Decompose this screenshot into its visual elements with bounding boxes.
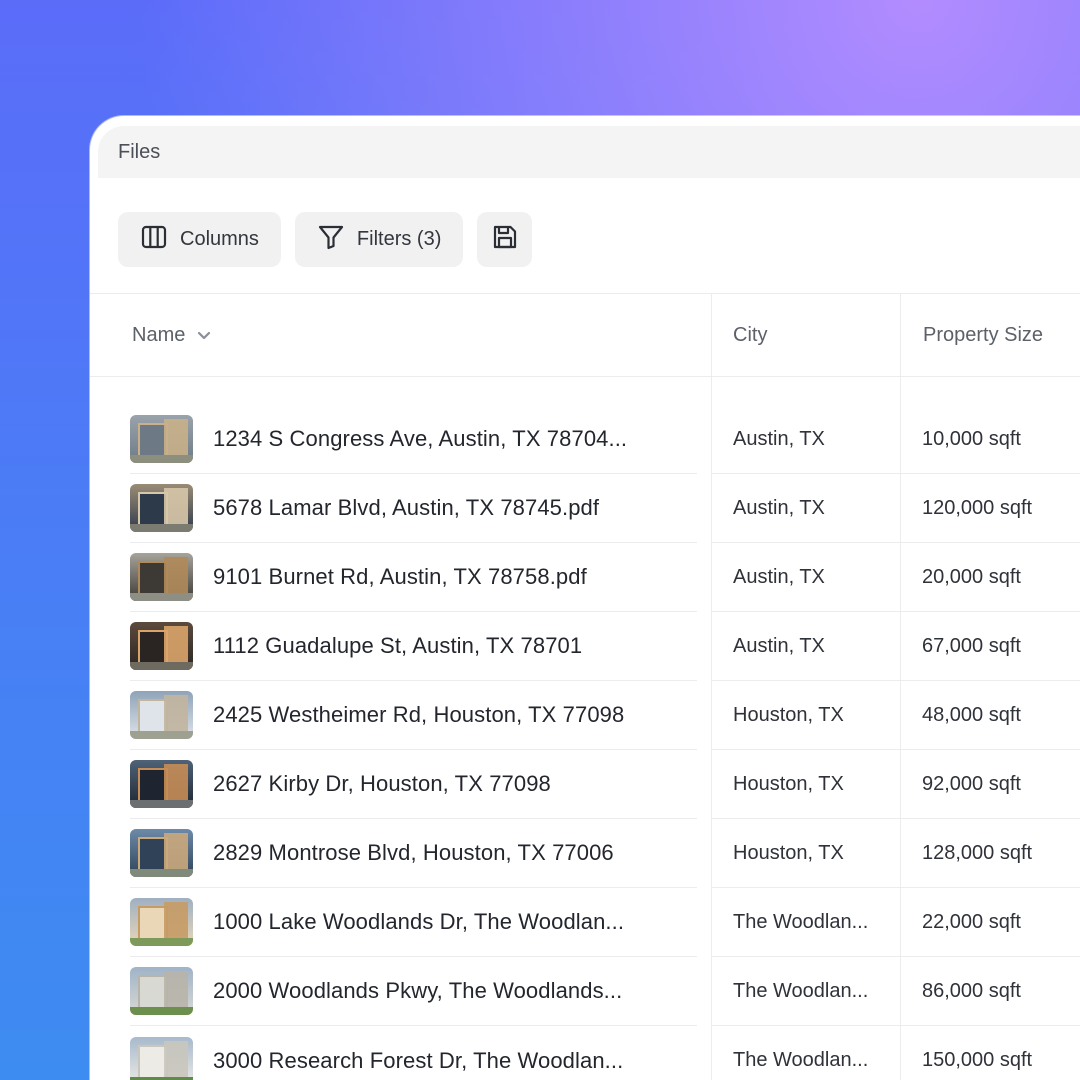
property-thumbnail — [130, 622, 193, 670]
save-icon — [491, 223, 519, 257]
city-cell: Austin, TX — [712, 612, 901, 681]
file-name: 3000 Research Forest Dr, The Woodlan... — [213, 1047, 624, 1073]
city-cell: Austin, TX — [712, 405, 901, 474]
property-size-cell: 20,000 sqft — [901, 543, 1080, 612]
name-cell[interactable]: 9101 Burnet Rd, Austin, TX 78758.pdf — [130, 543, 697, 612]
table-row[interactable]: 2000 Woodlands Pkwy, The Woodlands... The… — [90, 957, 1080, 1026]
property-thumbnail — [130, 1036, 193, 1080]
header-size-label: Property Size — [923, 323, 1044, 346]
file-name: 2425 Westheimer Rd, Houston, TX 77098 — [213, 702, 625, 727]
city-cell: Austin, TX — [712, 543, 901, 612]
columns-icon — [140, 223, 168, 257]
filters-button[interactable]: Filters (3) — [294, 212, 464, 267]
property-thumbnail — [130, 691, 193, 739]
property-thumbnail — [130, 829, 193, 877]
file-name: 2000 Woodlands Pkwy, The Woodlands... — [213, 978, 623, 1003]
name-cell[interactable]: 1234 S Congress Ave, Austin, TX 78704... — [130, 405, 697, 474]
table-body: 1234 S Congress Ave, Austin, TX 78704...… — [90, 405, 1080, 1080]
city-cell: Houston, TX — [712, 750, 901, 819]
city-cell: The Woodlan... — [712, 957, 901, 1026]
property-size-cell: 67,000 sqft — [901, 612, 1080, 681]
city-cell: Houston, TX — [712, 819, 901, 888]
header-name[interactable]: Name — [132, 293, 213, 377]
columns-button[interactable]: Columns — [118, 212, 281, 267]
file-name: 2627 Kirby Dr, Houston, TX 77098 — [213, 771, 551, 796]
name-cell[interactable]: 1000 Lake Woodlands Dr, The Woodlan... — [130, 888, 697, 957]
table-row[interactable]: 5678 Lamar Blvd, Austin, TX 78745.pdf Aus… — [90, 474, 1080, 543]
city-cell: Austin, TX — [712, 474, 901, 543]
filter-icon — [317, 223, 345, 257]
property-size-cell: 86,000 sqft — [901, 957, 1080, 1026]
toolbar: Columns Filters (3) — [118, 212, 533, 267]
table-row[interactable]: 2627 Kirby Dr, Houston, TX 77098 Houston,… — [90, 750, 1080, 819]
name-cell[interactable]: 2425 Westheimer Rd, Houston, TX 77098 — [130, 681, 697, 750]
city-cell: The Woodlan... — [733, 1049, 869, 1071]
property-thumbnail — [130, 415, 193, 463]
window-title: Files — [118, 140, 161, 163]
table-row[interactable]: 2829 Montrose Blvd, Houston, TX 77006 Hou… — [90, 819, 1080, 888]
table-row[interactable]: 1000 Lake Woodlands Dr, The Woodlan... Th… — [90, 888, 1080, 957]
header-name-label: Name — [132, 323, 186, 346]
property-size-cell: 48,000 sqft — [901, 681, 1080, 750]
property-size-cell: 22,000 sqft — [901, 888, 1080, 957]
name-cell[interactable]: 5678 Lamar Blvd, Austin, TX 78745.pdf — [130, 474, 697, 543]
header-city[interactable]: City — [733, 293, 767, 377]
header-city-label: City — [733, 323, 768, 346]
table-row[interactable]: 1112 Guadalupe St, Austin, TX 78701 Austi… — [90, 612, 1080, 681]
table-row[interactable]: 9101 Burnet Rd, Austin, TX 78758.pdf Aust… — [90, 543, 1080, 612]
name-cell[interactable]: 1112 Guadalupe St, Austin, TX 78701 — [130, 612, 697, 681]
property-size-cell: 10,000 sqft — [901, 405, 1080, 474]
header-property-size[interactable]: Property Size — [923, 293, 1043, 377]
table-row[interactable]: 2425 Westheimer Rd, Houston, TX 77098 Hou… — [90, 681, 1080, 750]
property-size-cell: 120,000 sqft — [901, 474, 1080, 543]
columns-label: Columns — [180, 228, 259, 250]
property-thumbnail — [130, 553, 193, 601]
property-thumbnail — [130, 967, 193, 1015]
chevron-down-icon — [198, 331, 211, 340]
table-row[interactable]: 3000 Research Forest Dr, The Woodlan... T… — [90, 1026, 1080, 1080]
save-button[interactable] — [477, 212, 533, 267]
file-name: 5678 Lamar Blvd, Austin, TX 78745.pdf — [213, 495, 600, 520]
property-thumbnail — [130, 484, 193, 532]
city-cell: The Woodlan... — [712, 888, 901, 957]
name-cell[interactable]: 2829 Montrose Blvd, Houston, TX 77006 — [130, 819, 697, 888]
file-name: 1000 Lake Woodlands Dr, The Woodlan... — [213, 909, 625, 934]
name-cell[interactable]: 2627 Kirby Dr, Houston, TX 77098 — [130, 750, 697, 819]
file-name: 2829 Montrose Blvd, Houston, TX 77006 — [213, 840, 614, 865]
property-size-cell: 92,000 sqft — [901, 750, 1080, 819]
file-name: 9101 Burnet Rd, Austin, TX 78758.pdf — [213, 564, 587, 589]
property-size-cell: 150,000 sqft — [922, 1049, 1033, 1071]
files-window: Files Columns Filters (3) Name City Prop… — [90, 116, 1080, 1080]
title-bar: Files — [98, 126, 1080, 178]
file-name: 1112 Guadalupe St, Austin, TX 78701 — [213, 633, 583, 658]
table-row[interactable]: 1234 S Congress Ave, Austin, TX 78704...… — [90, 405, 1080, 474]
property-thumbnail — [130, 898, 193, 946]
property-thumbnail — [130, 760, 193, 808]
file-name: 1234 S Congress Ave, Austin, TX 78704... — [213, 426, 628, 451]
property-size-cell: 128,000 sqft — [901, 819, 1080, 888]
name-cell[interactable]: 2000 Woodlands Pkwy, The Woodlands... — [130, 957, 697, 1026]
filters-label: Filters (3) — [356, 228, 442, 250]
city-cell: Houston, TX — [712, 681, 901, 750]
name-cell[interactable]: 3000 Research Forest Dr, The Woodlan... — [130, 1026, 697, 1080]
